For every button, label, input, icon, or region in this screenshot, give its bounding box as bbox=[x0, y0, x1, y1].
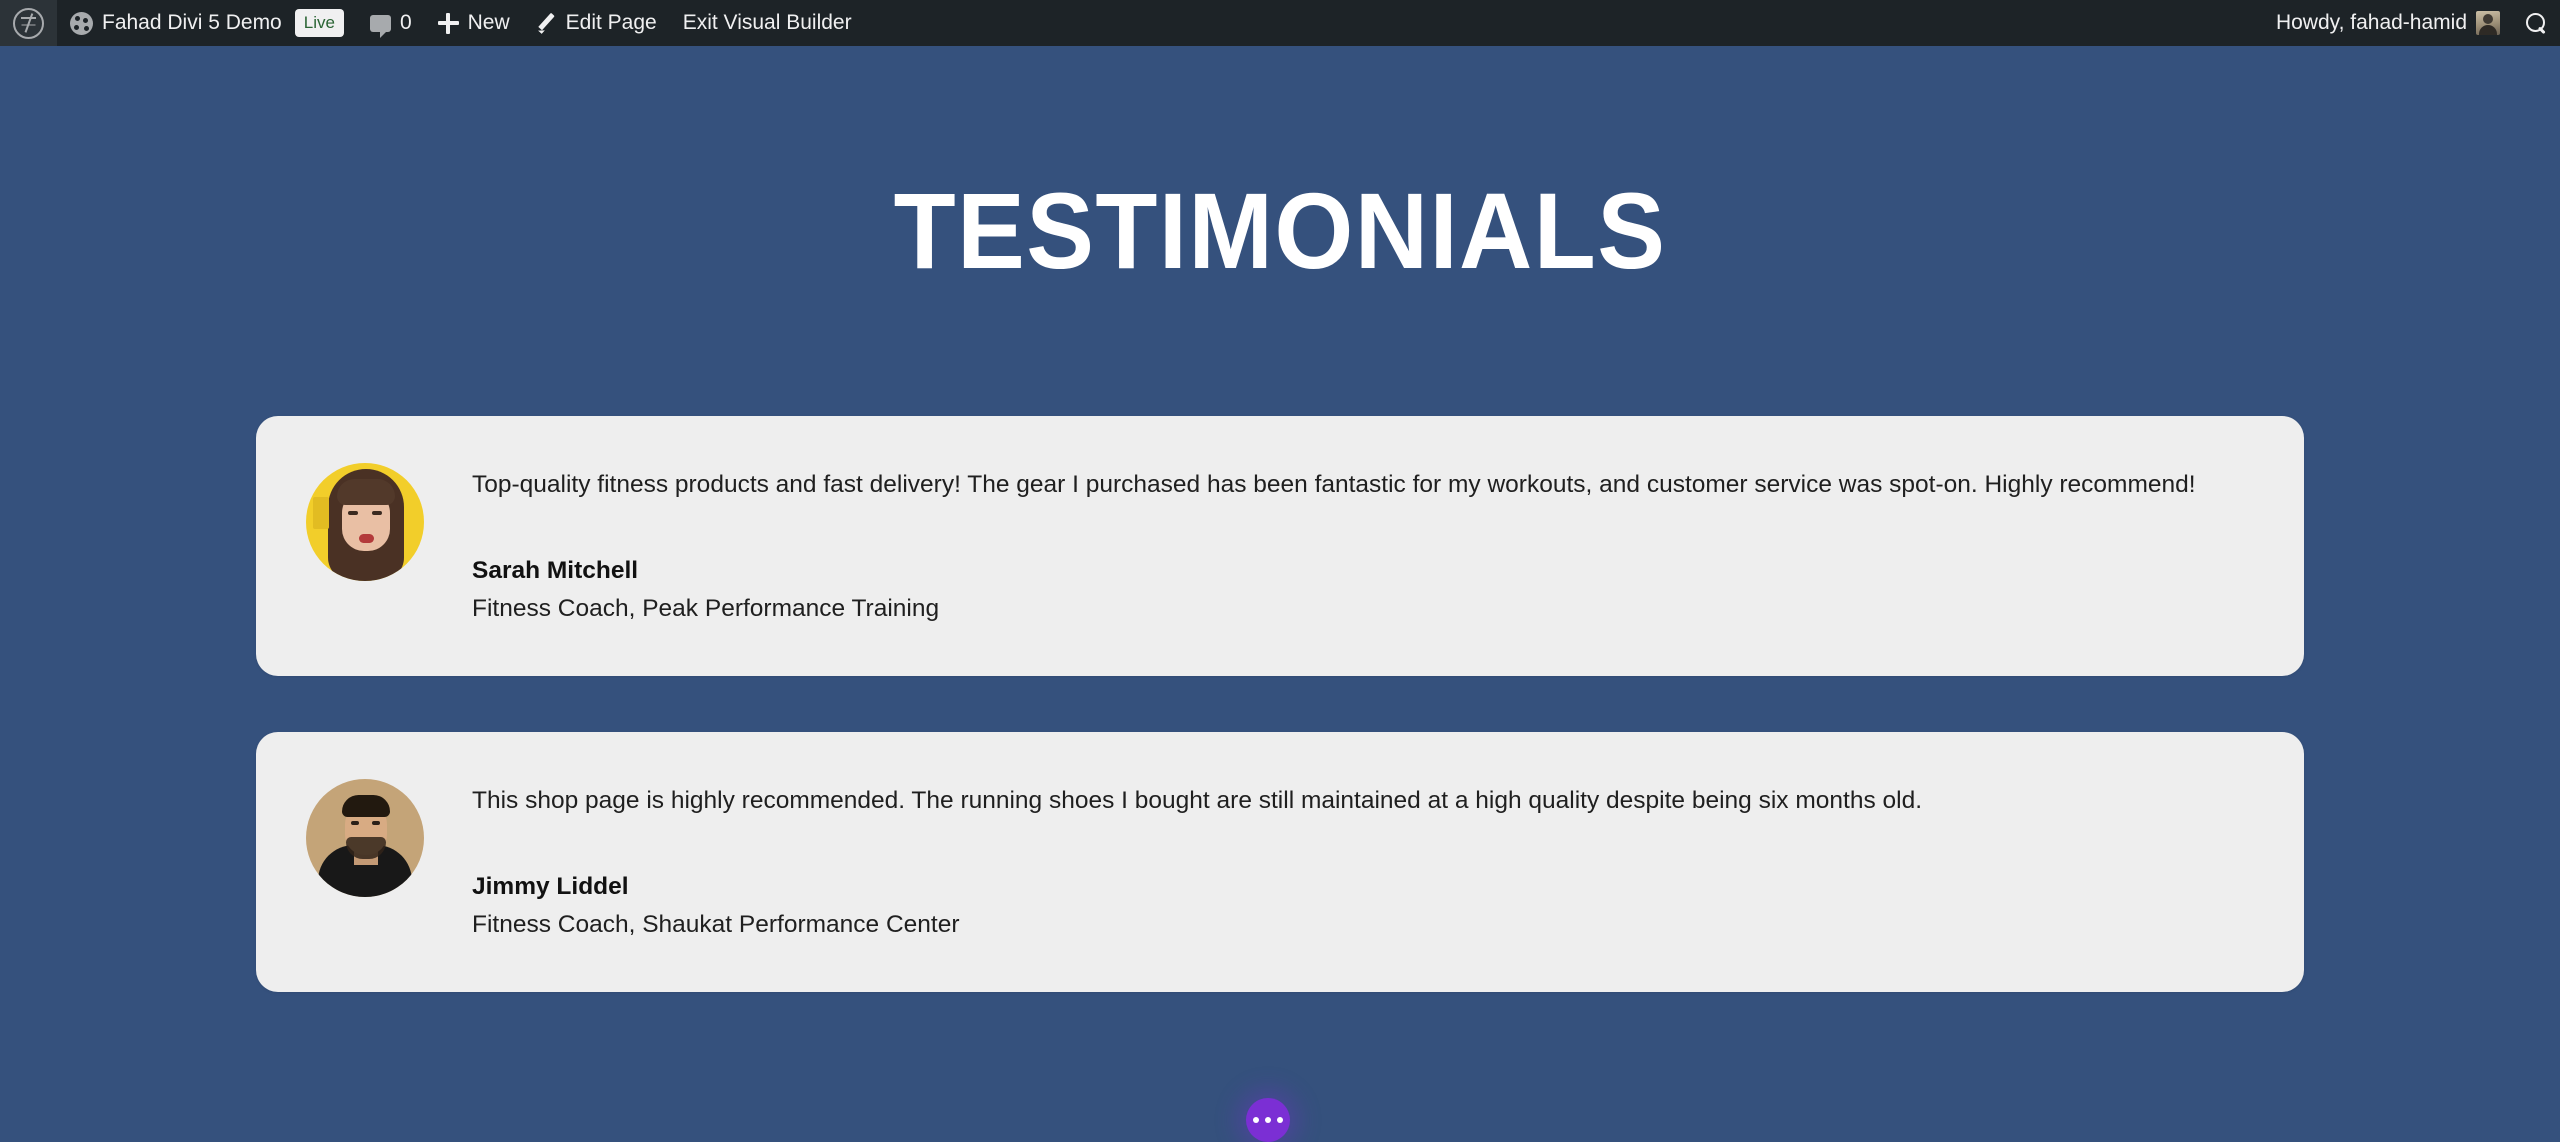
admin-bar-right-group: Howdy, fahad-hamid bbox=[2263, 0, 2560, 46]
page-title: TESTIMONIALS bbox=[893, 170, 1667, 291]
page-content: TESTIMONIALS Top-quality fitness product… bbox=[0, 46, 2560, 1142]
wordpress-logo-icon bbox=[13, 7, 44, 39]
testimonial-author-name: Jimmy Liddel bbox=[472, 872, 629, 900]
testimonial-body: Top-quality fitness products and fast de… bbox=[424, 461, 2254, 625]
user-avatar-icon bbox=[2476, 11, 2500, 35]
comment-count: 0 bbox=[399, 11, 412, 34]
wp-admin-bar: Fahad Divi 5 Demo Live 0 New Edit Page E… bbox=[0, 0, 2560, 46]
testimonial-author-role: Fitness Coach, Shaukat Performance Cente… bbox=[472, 911, 960, 939]
my-account-menu[interactable]: Howdy, fahad-hamid bbox=[2263, 0, 2513, 46]
ellipsis-icon-dot bbox=[1253, 1117, 1259, 1123]
site-dashboard-icon bbox=[70, 11, 93, 35]
exit-visual-builder-button[interactable]: Exit Visual Builder bbox=[670, 0, 865, 46]
new-label: New bbox=[467, 11, 510, 34]
testimonial-card[interactable]: This shop page is highly recommended. Th… bbox=[256, 732, 2304, 992]
admin-bar-left-group: Fahad Divi 5 Demo Live 0 New Edit Page E… bbox=[0, 0, 865, 46]
avatar-jimmy-liddel bbox=[306, 779, 424, 897]
site-name-label: Fahad Divi 5 Demo bbox=[102, 11, 282, 34]
testimonial-quote: Top-quality fitness products and fast de… bbox=[472, 471, 2196, 498]
avatar-sarah-mitchell bbox=[306, 463, 424, 581]
plus-icon bbox=[437, 12, 459, 34]
site-name-menu[interactable]: Fahad Divi 5 Demo Live bbox=[57, 0, 357, 46]
edit-page-label: Edit Page bbox=[565, 11, 657, 34]
comment-bubble-icon bbox=[369, 14, 391, 38]
divi-builder-menu-button[interactable] bbox=[1246, 1098, 1290, 1142]
new-content-menu[interactable]: New bbox=[425, 0, 523, 46]
testimonial-author-role: Fitness Coach, Peak Performance Training bbox=[472, 595, 940, 623]
testimonial-card[interactable]: Top-quality fitness products and fast de… bbox=[256, 416, 2304, 676]
edit-page-button[interactable]: Edit Page bbox=[523, 0, 670, 46]
wp-logo-menu[interactable] bbox=[0, 0, 57, 46]
comments-menu[interactable]: 0 bbox=[357, 0, 425, 46]
testimonial-body: This shop page is highly recommended. Th… bbox=[424, 777, 2254, 941]
ellipsis-icon-dot bbox=[1277, 1117, 1283, 1123]
pencil-icon bbox=[536, 13, 557, 34]
search-button[interactable] bbox=[2513, 0, 2560, 46]
testimonial-quote: This shop page is highly recommended. Th… bbox=[472, 787, 1922, 814]
howdy-label: Howdy, fahad-hamid bbox=[2275, 11, 2467, 34]
exit-visual-builder-label: Exit Visual Builder bbox=[682, 11, 852, 34]
ellipsis-icon-dot bbox=[1265, 1117, 1271, 1123]
testimonials-list: Top-quality fitness products and fast de… bbox=[256, 416, 2304, 992]
live-badge: Live bbox=[294, 9, 344, 37]
search-icon bbox=[2526, 12, 2547, 34]
testimonial-author-name: Sarah Mitchell bbox=[472, 556, 639, 584]
